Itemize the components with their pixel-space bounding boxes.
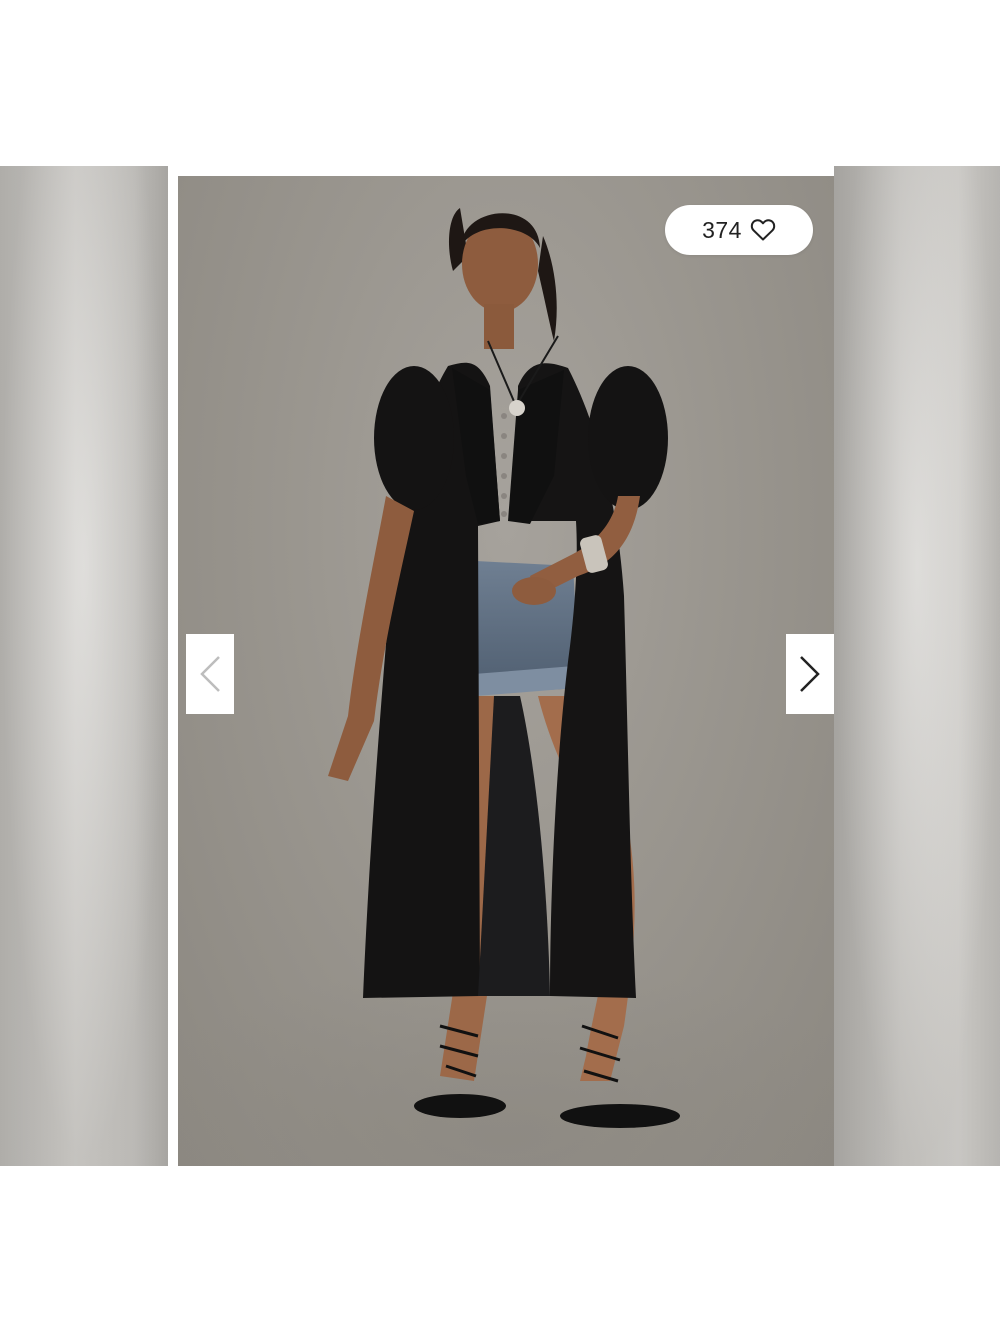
heart-outline-icon [750,219,776,241]
image-gallery: 374 [0,0,1000,1333]
like-button[interactable]: 374 [665,205,813,255]
model-wearing-black-duster-illustration [178,208,834,1166]
previous-slide-preview[interactable] [0,166,168,1166]
previous-image-button[interactable] [186,634,234,714]
product-photo [178,176,834,1166]
chevron-right-icon [800,656,820,692]
chevron-left-icon [200,656,220,692]
like-count: 374 [702,216,742,243]
next-slide-preview[interactable] [834,166,1000,1166]
next-image-button[interactable] [786,634,834,714]
